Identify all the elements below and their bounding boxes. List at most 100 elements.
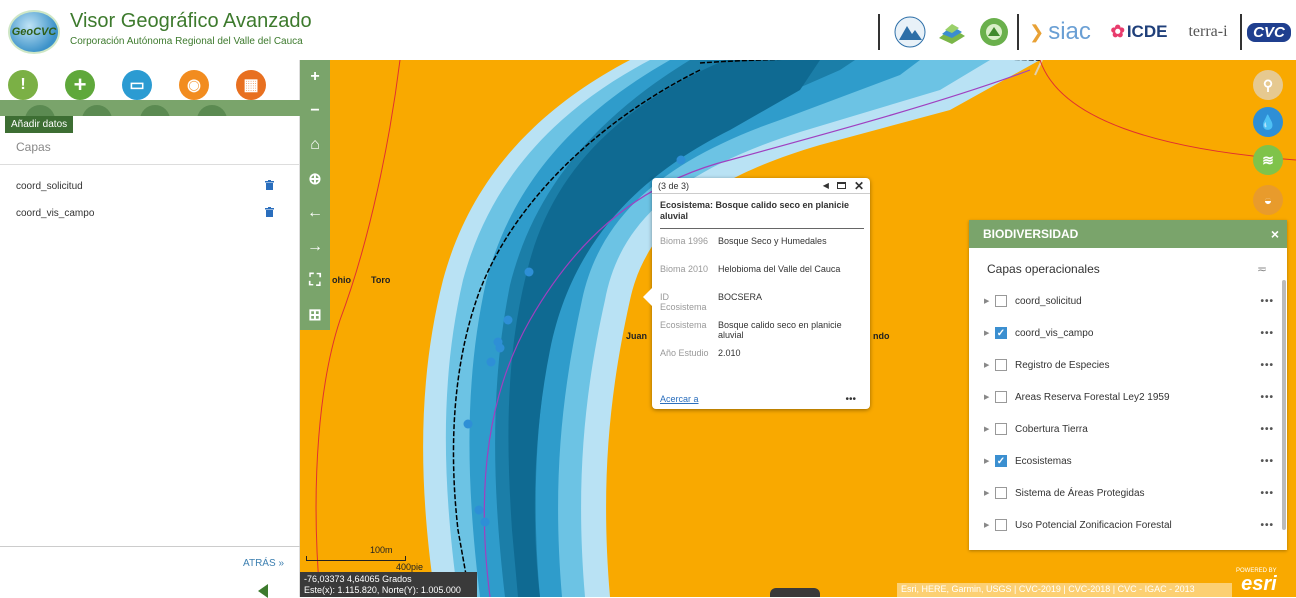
operational-layer-row[interactable]: ▶ ✓ coord_vis_campo ••• xyxy=(984,323,1274,343)
layer-menu-icon[interactable]: ••• xyxy=(1260,520,1274,531)
overview-icon[interactable]: ⊞ xyxy=(300,298,330,332)
map-label: Juan xyxy=(626,331,648,341)
scrollbar[interactable] xyxy=(1282,280,1286,530)
expand-icon[interactable]: ▶ xyxy=(984,457,990,465)
map-view[interactable]: + − ⌂ ⊕ ← → ⛶ ⊞ ohio Toro Juan ndo (3 de… xyxy=(300,60,1296,597)
bottom-panel-handle[interactable] xyxy=(770,588,820,597)
popup-pointer xyxy=(643,288,652,306)
zoom-out-icon[interactable]: − xyxy=(300,94,330,128)
info-pin-icon[interactable]: ! xyxy=(8,70,38,100)
zoom-to-link[interactable]: Acercar a xyxy=(660,394,699,404)
expand-icon[interactable]: ▶ xyxy=(984,361,990,369)
add-data-tab[interactable]: Añadir datos xyxy=(5,116,74,133)
forward-extent-icon[interactable]: → xyxy=(300,230,330,264)
operational-layer-row[interactable]: ▶ Areas Reserva Forestal Ley2 1959 ••• xyxy=(984,387,1274,407)
layer-item[interactable]: coord_vis_campo xyxy=(16,203,274,223)
zoom-in-icon[interactable]: + xyxy=(300,60,330,94)
close-icon[interactable]: ✕ xyxy=(854,179,864,193)
previous-feature-icon[interactable]: ◀ xyxy=(823,181,829,190)
expand-icon[interactable]: ▶ xyxy=(984,297,990,305)
operational-layer-row[interactable]: ▶ Cobertura Tierra ••• xyxy=(984,419,1274,439)
expand-icon[interactable]: ▶ xyxy=(984,329,990,337)
layer-menu-icon[interactable]: ••• xyxy=(1260,424,1274,435)
water-drop-icon[interactable]: 💧 xyxy=(1253,107,1283,137)
app-subtitle: Corporación Autónoma Regional del Valle … xyxy=(70,36,303,47)
add-data-icon[interactable]: + xyxy=(65,70,95,100)
layer-menu-icon[interactable]: ••• xyxy=(1260,392,1274,403)
cvc-text: CVC xyxy=(1247,22,1291,42)
layer-checkbox[interactable] xyxy=(995,295,1007,307)
operational-layer-row[interactable]: ▶ Sistema de Áreas Protegidas ••• xyxy=(984,483,1274,503)
layer-menu-icon[interactable]: ••• xyxy=(1260,296,1274,307)
trash-icon[interactable] xyxy=(265,179,274,193)
hidden-tool-icon[interactable] xyxy=(82,105,112,116)
icde-logo[interactable]: ✿ ICDE xyxy=(1099,14,1179,50)
turtle-icon[interactable]: ◒ xyxy=(1253,185,1283,215)
trash-icon[interactable] xyxy=(265,206,274,220)
locate-icon[interactable]: ⊕ xyxy=(300,162,330,196)
layer-checkbox[interactable] xyxy=(995,391,1007,403)
layer-menu-icon[interactable]: ••• xyxy=(1260,360,1274,371)
popup-field: Bioma 1996 Bosque Seco y Humedales xyxy=(660,236,864,246)
hidden-tool-icon[interactable] xyxy=(140,105,170,116)
layer-checkbox[interactable] xyxy=(995,359,1007,371)
operational-layers-heading: Capas operacionales xyxy=(987,262,1100,276)
layer-menu-icon[interactable]: ••• xyxy=(1260,456,1274,467)
layer-item[interactable]: coord_solicitud xyxy=(16,176,274,196)
field-value: BOCSERA xyxy=(718,292,763,302)
hidden-tool-icon[interactable] xyxy=(25,105,55,116)
geocvc-logo: GeoCVC xyxy=(8,10,60,54)
wind-icon[interactable]: ≋ xyxy=(1253,145,1283,175)
maximize-icon[interactable] xyxy=(836,182,846,189)
expand-icon[interactable]: ▶ xyxy=(984,521,990,529)
scale-bar xyxy=(306,556,406,561)
operational-layer-row[interactable]: ▶ Uso Potencial Zonificacion Forestal ••• xyxy=(984,515,1274,535)
header-separator xyxy=(1017,14,1019,50)
biodiversity-panel: BIODIVERSIDAD × Capas operacionales ≂ ▶ c… xyxy=(969,220,1287,550)
scale-feet: 400pie xyxy=(396,562,424,572)
layer-checkbox[interactable] xyxy=(995,519,1007,531)
home-icon[interactable]: ⌂ xyxy=(300,128,330,162)
map-navigation: + − ⌂ ⊕ ← → ⛶ ⊞ xyxy=(300,60,330,330)
location-icon[interactable]: ◉ xyxy=(179,70,209,100)
operational-layer-row[interactable]: ▶ Registro de Especies ••• xyxy=(984,355,1274,375)
close-icon[interactable]: × xyxy=(1271,226,1279,242)
globe-logo-icon[interactable] xyxy=(976,14,1012,50)
cvc-logo[interactable]: CVC xyxy=(1246,14,1292,50)
layer-checkbox[interactable]: ✓ xyxy=(995,455,1007,467)
operational-layer-row[interactable]: ▶ ✓ Ecosistemas ••• xyxy=(984,451,1274,471)
layer-checkbox[interactable]: ✓ xyxy=(995,327,1007,339)
esri-logo[interactable]: POWERED BY esri xyxy=(1236,568,1277,595)
scale-meters: 100m xyxy=(370,545,393,555)
terra-i-logo[interactable]: terra-i xyxy=(1181,14,1235,50)
filter-icon[interactable]: ≂ xyxy=(1257,262,1267,276)
back-extent-icon[interactable]: ← xyxy=(300,196,330,230)
field-value: Bosque calido seco en planicie aluvial xyxy=(718,320,842,340)
measure-icon[interactable]: ▭ xyxy=(122,70,152,100)
layers-heading: Capas xyxy=(16,140,51,154)
logo-text: GeoCVC xyxy=(11,26,57,38)
layer-label: Areas Reserva Forestal Ley2 1959 xyxy=(1015,391,1170,403)
layer-checkbox[interactable] xyxy=(995,423,1007,435)
collapse-panel-icon[interactable] xyxy=(258,584,268,598)
layer-label: Ecosistemas xyxy=(1015,455,1072,467)
expand-icon[interactable]: ▶ xyxy=(984,489,990,497)
expand-icon[interactable]: ▶ xyxy=(984,425,990,433)
operational-layer-row[interactable]: ▶ coord_solicitud ••• xyxy=(984,291,1274,311)
coordinate-readout[interactable]: -76,03373 4,64065 Grados Este(x): 1.115.… xyxy=(300,572,477,597)
layer-menu-icon[interactable]: ••• xyxy=(1260,488,1274,499)
siac-logo[interactable]: ❯ siac xyxy=(1024,14,1096,50)
coordinate-projected: Este(x): 1.115.820, Norte(Y): 1.005.000 xyxy=(304,585,461,595)
esri-wordmark: esri xyxy=(1241,573,1277,595)
expand-icon[interactable]: ▶ xyxy=(984,393,990,401)
map-pin-icon[interactable]: ⚲ xyxy=(1253,70,1283,100)
layer-checkbox[interactable] xyxy=(995,487,1007,499)
hidden-tool-icon[interactable] xyxy=(197,105,227,116)
satellite-logo-icon[interactable] xyxy=(934,14,970,50)
more-options-icon[interactable]: ••• xyxy=(845,394,856,405)
calculator-icon[interactable]: ▦ xyxy=(236,70,266,100)
back-link[interactable]: ATRÁS » xyxy=(0,546,300,576)
fullscreen-icon[interactable]: ⛶ xyxy=(300,264,330,298)
mountain-logo-icon[interactable] xyxy=(892,14,928,50)
layer-menu-icon[interactable]: ••• xyxy=(1260,328,1274,339)
